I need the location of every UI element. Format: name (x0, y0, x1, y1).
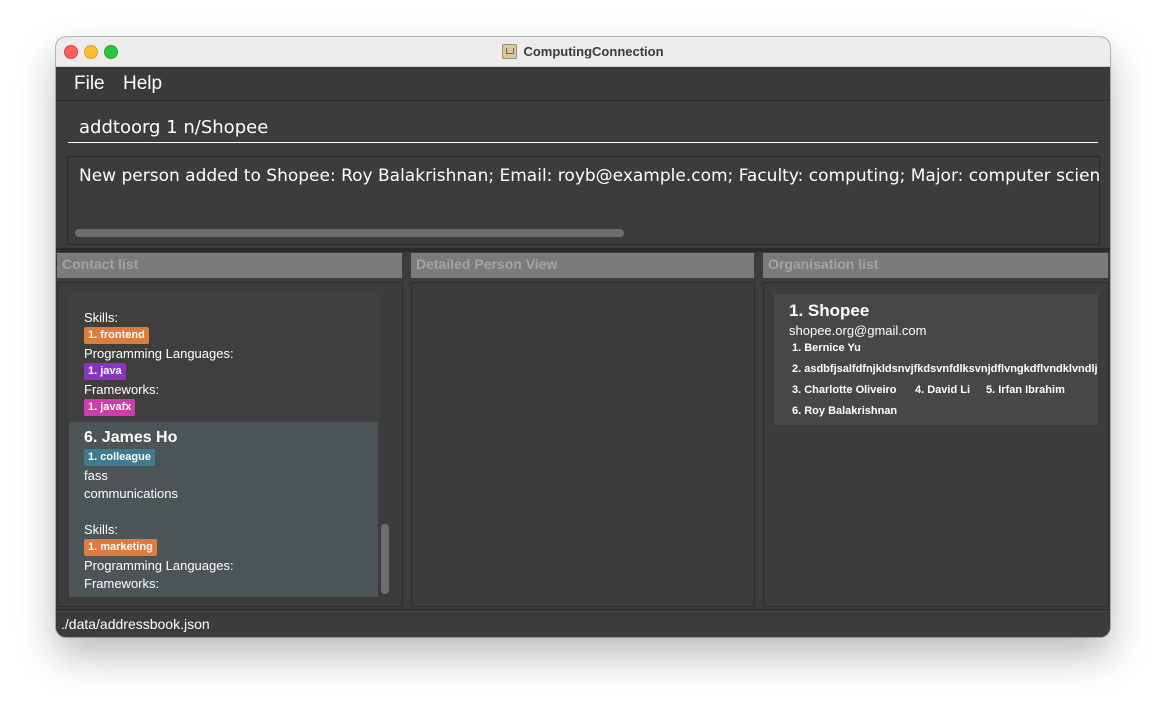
window-title: ComputingConnection (523, 44, 664, 59)
result-text: New person added to Shopee: Roy Balakris… (79, 166, 1100, 186)
result-display: New person added to Shopee: Roy Balakris… (67, 156, 1100, 245)
org-member: 1. Bernice Yu (792, 342, 861, 354)
contact-faculty: fass (84, 468, 108, 483)
org-member: 4. David Li (915, 384, 971, 396)
contact-name: 6. James Ho (84, 429, 178, 446)
contact-card-selected[interactable]: 6. James Ho 1. colleague fass communicat… (69, 422, 378, 597)
contact-card[interactable]: Skills: 1. frontend Programming Language… (69, 294, 378, 422)
skills-label: Skills: (84, 522, 118, 537)
skills-label: Skills: (84, 310, 118, 325)
app-window: ComputingConnection File Help New person… (56, 37, 1110, 637)
menu-file[interactable]: File (74, 73, 105, 95)
command-input[interactable] (68, 105, 1098, 143)
command-area (56, 101, 1110, 151)
frameworks-label: Frameworks: (84, 382, 160, 397)
app-icon (502, 44, 518, 59)
org-card[interactable]: 1. Shopee shopee.org@gmail.com 1. Bernic… (774, 294, 1098, 425)
frameworks-label: Frameworks: (84, 576, 160, 591)
org-member: 5. Irfan Ibrahim (986, 384, 1065, 396)
org-member: 6. Roy Balakrishnan (792, 405, 898, 417)
contact-major: communications (84, 486, 178, 501)
framework-tag: 1. javafx (84, 399, 136, 416)
language-tag: 1. java (84, 363, 126, 380)
detail-view-header: Detailed Person View (411, 253, 754, 278)
contact-tag: 1. colleague (84, 449, 155, 466)
org-email: shopee.org@gmail.com (789, 323, 927, 338)
org-member: 3. Charlotte Oliveiro (792, 384, 897, 396)
skill-tag: 1. marketing (84, 539, 157, 556)
title-bar: ComputingConnection (56, 37, 1110, 67)
contact-list-header: Contact list (57, 253, 402, 278)
detail-view-panel (411, 282, 755, 607)
org-list-header: Organisation list (763, 253, 1108, 278)
org-member: 2. asdbfjsalfdfnjkldsnvjfkdsvnfdlksvnjdf… (792, 363, 1098, 375)
menu-bar: File Help (56, 67, 1110, 101)
contact-list-panel: Skills: 1. frontend Programming Language… (57, 282, 403, 607)
skill-tag: 1. frontend (84, 327, 149, 344)
result-horizontal-scrollbar[interactable] (75, 229, 624, 237)
divider (56, 248, 1110, 252)
save-location: ./data/addressbook.json (61, 616, 210, 632)
title-wrap: ComputingConnection (56, 37, 1110, 66)
languages-label: Programming Languages: (84, 346, 234, 361)
org-name: 1. Shopee (789, 301, 870, 320)
languages-label: Programming Languages: (84, 558, 234, 573)
status-bar: ./data/addressbook.json (56, 609, 1110, 637)
contact-list-scrollbar[interactable] (381, 524, 389, 594)
menu-help[interactable]: Help (123, 73, 162, 95)
org-list-panel: 1. Shopee shopee.org@gmail.com 1. Bernic… (763, 282, 1109, 607)
